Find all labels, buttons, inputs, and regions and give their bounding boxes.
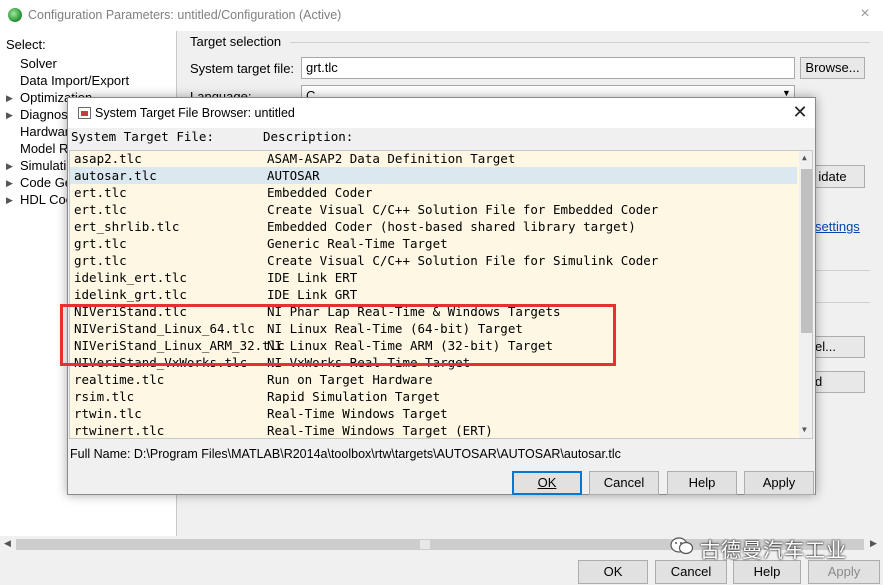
apply-button[interactable]: Apply <box>808 560 880 584</box>
target-file-row[interactable]: asap2.tlc ASAM-ASAP2 Data Definition Targ… <box>70 151 797 167</box>
dialog-ok-button[interactable]: OK <box>512 471 582 495</box>
system-target-file-input[interactable]: grt.tlc <box>301 57 795 79</box>
target-file-description: IDE Link GRT <box>267 287 358 302</box>
target-file-description: Create Visual C/C++ Solution File for Em… <box>267 202 659 217</box>
scroll-right-icon[interactable]: ▶ <box>870 538 877 549</box>
target-file-description: IDE Link ERT <box>267 270 358 285</box>
tree-item[interactable]: Hardwar <box>20 124 69 139</box>
target-file-description: Embedded Coder (host-based shared librar… <box>267 219 636 234</box>
dialog-cancel-button[interactable]: Cancel <box>589 471 659 495</box>
target-file-name: rtwinert.tlc <box>74 423 165 438</box>
ok-button[interactable]: OK <box>578 560 648 584</box>
watermark-text: 古德曼汽车工业 <box>700 538 847 562</box>
settings-link[interactable]: settings <box>815 219 860 234</box>
browse-button[interactable]: Browse... <box>800 57 865 79</box>
target-file-list[interactable]: asap2.tlc ASAM-ASAP2 Data Definition Targ… <box>69 150 813 439</box>
column-header-file: System Target File: <box>71 129 214 144</box>
tree-item[interactable]: Data Import/Export <box>20 73 129 88</box>
target-file-name: ert.tlc <box>74 202 127 217</box>
target-file-row[interactable]: rsim.tlc Rapid Simulation Target <box>70 388 797 405</box>
select-label: Select: <box>6 37 46 52</box>
scroll-up-icon[interactable]: ▲ <box>802 153 807 162</box>
target-file-row[interactable]: ert_shrlib.tlc Embedded Coder (host-based… <box>70 218 797 235</box>
dialog-ok-label: OK <box>537 475 557 490</box>
expand-arrow-icon[interactable]: ▶ <box>6 93 13 104</box>
target-file-row[interactable]: grt.tlc Create Visual C/C++ Solution File… <box>70 252 797 269</box>
system-target-file-label: System target file: <box>190 61 295 76</box>
target-file-name: idelink_ert.tlc <box>74 270 187 285</box>
target-file-description: Run on Target Hardware <box>267 372 433 387</box>
target-file-description: Real-Time Windows Target <box>267 406 448 421</box>
target-file-name: ert_shrlib.tlc <box>74 219 180 234</box>
group-divider <box>290 42 870 43</box>
target-file-description: Generic Real-Time Target <box>267 236 448 251</box>
tree-item[interactable]: HDL Coc <box>20 192 72 207</box>
target-file-row[interactable]: idelink_ert.tlc IDE Link ERT <box>70 269 797 286</box>
target-file-name: idelink_grt.tlc <box>74 287 187 302</box>
matlab-app-icon <box>8 8 22 22</box>
dialog-apply-label: Apply <box>762 475 796 490</box>
dialog-help-label: Help <box>688 475 716 490</box>
scrollbar-thumb[interactable] <box>801 169 812 333</box>
target-file-description: AUTOSAR <box>267 168 320 183</box>
divider <box>815 302 870 303</box>
target-file-row[interactable]: grt.tlc Generic Real-Time Target <box>70 235 797 252</box>
scroll-down-icon[interactable]: ▼ <box>802 425 807 434</box>
dialog-cancel-label: Cancel <box>603 475 645 490</box>
target-file-row[interactable]: rtwin.tlc Real-Time Windows Target <box>70 405 797 422</box>
help-button[interactable]: Help <box>733 560 801 584</box>
target-file-description: Create Visual C/C++ Solution File for Si… <box>267 253 659 268</box>
main-window-title: Configuration Parameters: untitled/Confi… <box>28 8 342 22</box>
tree-item[interactable]: Model R <box>20 141 68 156</box>
close-icon[interactable]: ✕ <box>790 102 810 122</box>
target-file-row[interactable]: ert.tlc Create Visual C/C++ Solution File… <box>70 201 797 218</box>
target-file-description: Rapid Simulation Target <box>267 389 441 404</box>
target-file-name: ert.tlc <box>74 185 127 200</box>
target-file-name: grt.tlc <box>74 236 127 251</box>
target-file-description: ASAM-ASAP2 Data Definition Target <box>267 151 516 166</box>
tree-item[interactable]: Simulati <box>20 158 66 173</box>
highlight-annotation-box <box>60 304 616 366</box>
target-selection-group-title: Target selection <box>190 34 282 49</box>
target-file-row[interactable]: realtime.tlc Run on Target Hardware <box>70 371 797 388</box>
tree-item[interactable]: Code Ge <box>20 175 72 190</box>
target-file-name: rsim.tlc <box>74 389 135 404</box>
target-file-name: grt.tlc <box>74 253 127 268</box>
dialog-apply-button[interactable]: Apply <box>744 471 814 495</box>
target-file-name: realtime.tlc <box>74 372 165 387</box>
expand-arrow-icon[interactable]: ▶ <box>6 178 13 189</box>
dialog-title: System Target File Browser: untitled <box>95 106 295 120</box>
divider <box>815 270 870 271</box>
expand-arrow-icon[interactable]: ▶ <box>6 110 13 121</box>
wechat-logo-icon <box>670 537 694 555</box>
target-file-description: Real-Time Windows Target (ERT) <box>267 423 493 438</box>
scroll-left-icon[interactable]: ◀ <box>4 538 11 549</box>
expand-arrow-icon[interactable]: ▶ <box>6 161 13 172</box>
target-file-row[interactable]: ert.tlc Embedded Coder <box>70 184 797 201</box>
vertical-scrollbar[interactable]: ▲ ▼ <box>799 151 812 438</box>
target-file-name: autosar.tlc <box>74 168 157 183</box>
column-header-description: Description: <box>263 129 354 144</box>
window-icon <box>78 107 91 119</box>
target-file-name: asap2.tlc <box>74 151 142 166</box>
main-close-icon[interactable]: × <box>856 5 874 23</box>
expand-arrow-icon[interactable]: ▶ <box>6 195 13 206</box>
dialog-help-button[interactable]: Help <box>667 471 737 495</box>
target-file-row[interactable]: autosar.tlc AUTOSAR <box>70 167 797 184</box>
scrollbar-thumb[interactable] <box>420 540 430 549</box>
target-file-name: rtwin.tlc <box>74 406 142 421</box>
target-file-description: Embedded Coder <box>267 185 373 200</box>
target-file-row[interactable]: idelink_grt.tlc IDE Link GRT <box>70 286 797 303</box>
tree-item[interactable]: Diagnos <box>20 107 68 122</box>
target-file-row[interactable]: rtwinert.tlc Real-Time Windows Target (ER… <box>70 422 797 438</box>
system-target-file-browser-dialog: System Target File Browser: untitled ✕ S… <box>67 97 816 495</box>
cancel-button[interactable]: Cancel <box>655 560 727 584</box>
tree-item[interactable]: Solver <box>20 56 57 71</box>
full-name-path: Full Name: D:\Program Files\MATLAB\R2014… <box>70 447 621 461</box>
